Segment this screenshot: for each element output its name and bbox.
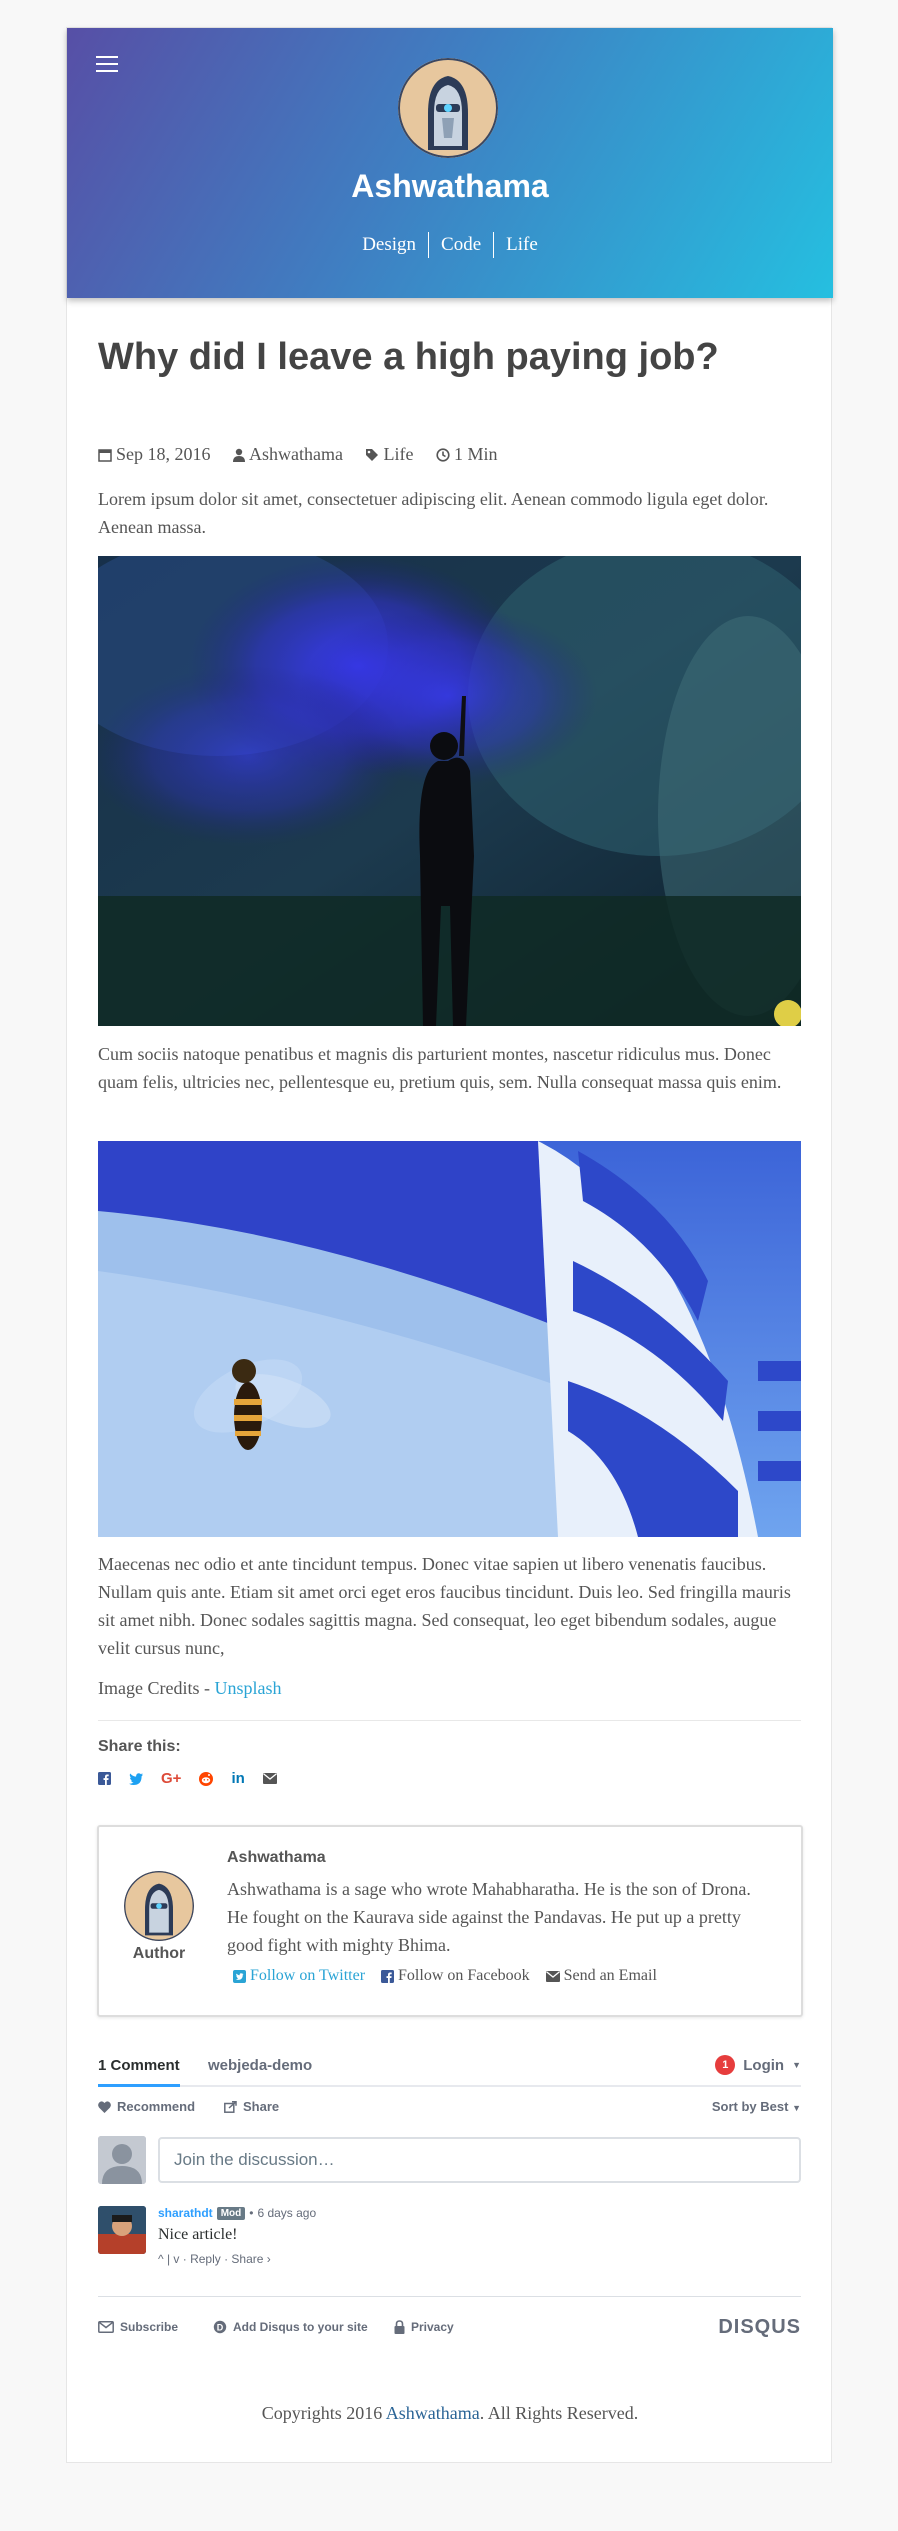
site-title[interactable]: Ashwathama [67,168,833,205]
unsplash-link[interactable]: Unsplash [214,1678,281,1698]
sort-menu[interactable]: Sort by Best ▼ [712,2099,801,2114]
separator: • [249,2206,254,2220]
chevron-down-icon: ▼ [792,2060,801,2070]
email-icon[interactable] [262,1773,277,1784]
comment-text: Nice article! [158,2226,238,2243]
post-date: Sep 18, 2016 [98,444,211,465]
facebook-square-icon [381,1969,395,1983]
svg-text:D: D [217,2322,224,2332]
author-name: Ashwathama [227,1849,326,1866]
menu-icon[interactable] [96,56,118,74]
divider [98,1720,801,1721]
author-box: Author Ashwathama Ashwathama is a sage w… [97,1825,803,2017]
post-category[interactable]: Life [365,444,413,465]
tab-comments[interactable]: 1 Comment [98,2057,180,2087]
image-credits: Image Credits - Unsplash [98,1678,282,1698]
post-read-time: 1 Min [436,444,497,465]
commenter-avatar[interactable] [98,2206,146,2254]
nav-design[interactable]: Design [350,232,428,258]
disqus-brand[interactable]: DISQUS [718,2316,801,2339]
comment-input[interactable]: Join the discussion… [158,2137,801,2183]
tag-icon [366,448,379,461]
subscribe-link[interactable]: Subscribe [98,2320,178,2334]
guest-avatar [98,2136,146,2184]
nav-code[interactable]: Code [428,232,493,258]
share-icon [224,2100,237,2113]
envelope-icon [545,1970,560,1982]
comment-time[interactable]: 6 days ago [257,2206,316,2220]
twitter-square-icon [233,1969,246,1983]
site-header: Ashwathama Design Code Life [67,28,833,298]
share-thread-button[interactable]: Share [224,2099,279,2114]
follow-facebook-link[interactable]: Follow on Facebook [381,1967,530,1985]
reddit-icon[interactable] [199,1771,214,1786]
facebook-icon[interactable] [98,1772,111,1785]
notification-badge[interactable]: 1 [715,2055,736,2075]
follow-twitter-link[interactable]: Follow on Twitter [233,1967,365,1985]
post-paragraph: Lorem ipsum dolor sit amet, consectetuer… [98,489,769,537]
recommend-button[interactable]: Recommend [98,2099,195,2114]
google-plus-icon[interactable]: G+ [161,1770,181,1787]
comment-header: sharathdt Mod • 6 days ago [158,2206,316,2220]
add-disqus-link[interactable]: D Add Disqus to your site [213,2320,368,2334]
comment-compose: Join the discussion… [98,2136,801,2184]
comment-author[interactable]: sharathdt [158,2206,213,2220]
send-email-link[interactable]: Send an Email [545,1967,657,1985]
divider [98,2296,801,2297]
calendar-icon [98,448,112,462]
post-author[interactable]: Ashwathama [233,444,343,465]
twitter-icon[interactable] [129,1772,143,1785]
author-bio: Ashwathama is a sage who wrote Mahabhara… [227,1879,751,1955]
post-paragraph: Cum sociis natoque penatibus et magnis d… [98,1044,782,1092]
author-links: Follow on Twitter Follow on Facebook Sen… [233,1967,657,1985]
clock-icon [436,447,450,462]
share-bar: G+ in [98,1770,801,1787]
user-icon [233,448,245,462]
post-paragraph: Maecenas nec odio et ante tincidunt temp… [98,1554,791,1658]
disqus-logo-icon: D [213,2320,227,2334]
lock-icon [394,2320,405,2334]
comment-actions[interactable]: ^ | v · Reply · Share › [158,2252,271,2266]
envelope-icon [98,2321,114,2333]
post-meta: Sep 18, 2016 Ashwathama Life 1 Min [98,444,801,467]
site-footer: Copyrights 2016 Ashwathama. All Rights R… [261,2403,639,2423]
linkedin-icon[interactable]: in [231,1770,244,1787]
chevron-down-icon: ▼ [792,2103,801,2113]
mod-badge: Mod [216,2206,246,2220]
login-menu[interactable]: 1 Login ▼ [715,2055,801,2075]
site-logo[interactable] [398,58,498,158]
post-title: Why did I leave a high paying job? [98,336,719,378]
heart-icon [98,2100,111,2113]
author-avatar [124,1871,194,1941]
privacy-link[interactable]: Privacy [394,2320,454,2334]
footer-home-link[interactable]: Ashwathama [386,2403,480,2423]
share-title: Share this: [98,1738,181,1755]
author-label: Author [132,1945,186,1962]
tab-community[interactable]: webjeda-demo [208,2057,312,2074]
post-image-bee [98,1141,801,1537]
main-nav: Design Code Life [67,232,833,258]
nav-life[interactable]: Life [493,232,550,258]
post-image-smoke [98,556,801,1026]
page-card: Ashwathama Design Code Life Why did I leav… [66,27,833,2463]
disqus-tabs: 1 Comment webjeda-demo 1 Login ▼ [98,2045,801,2087]
